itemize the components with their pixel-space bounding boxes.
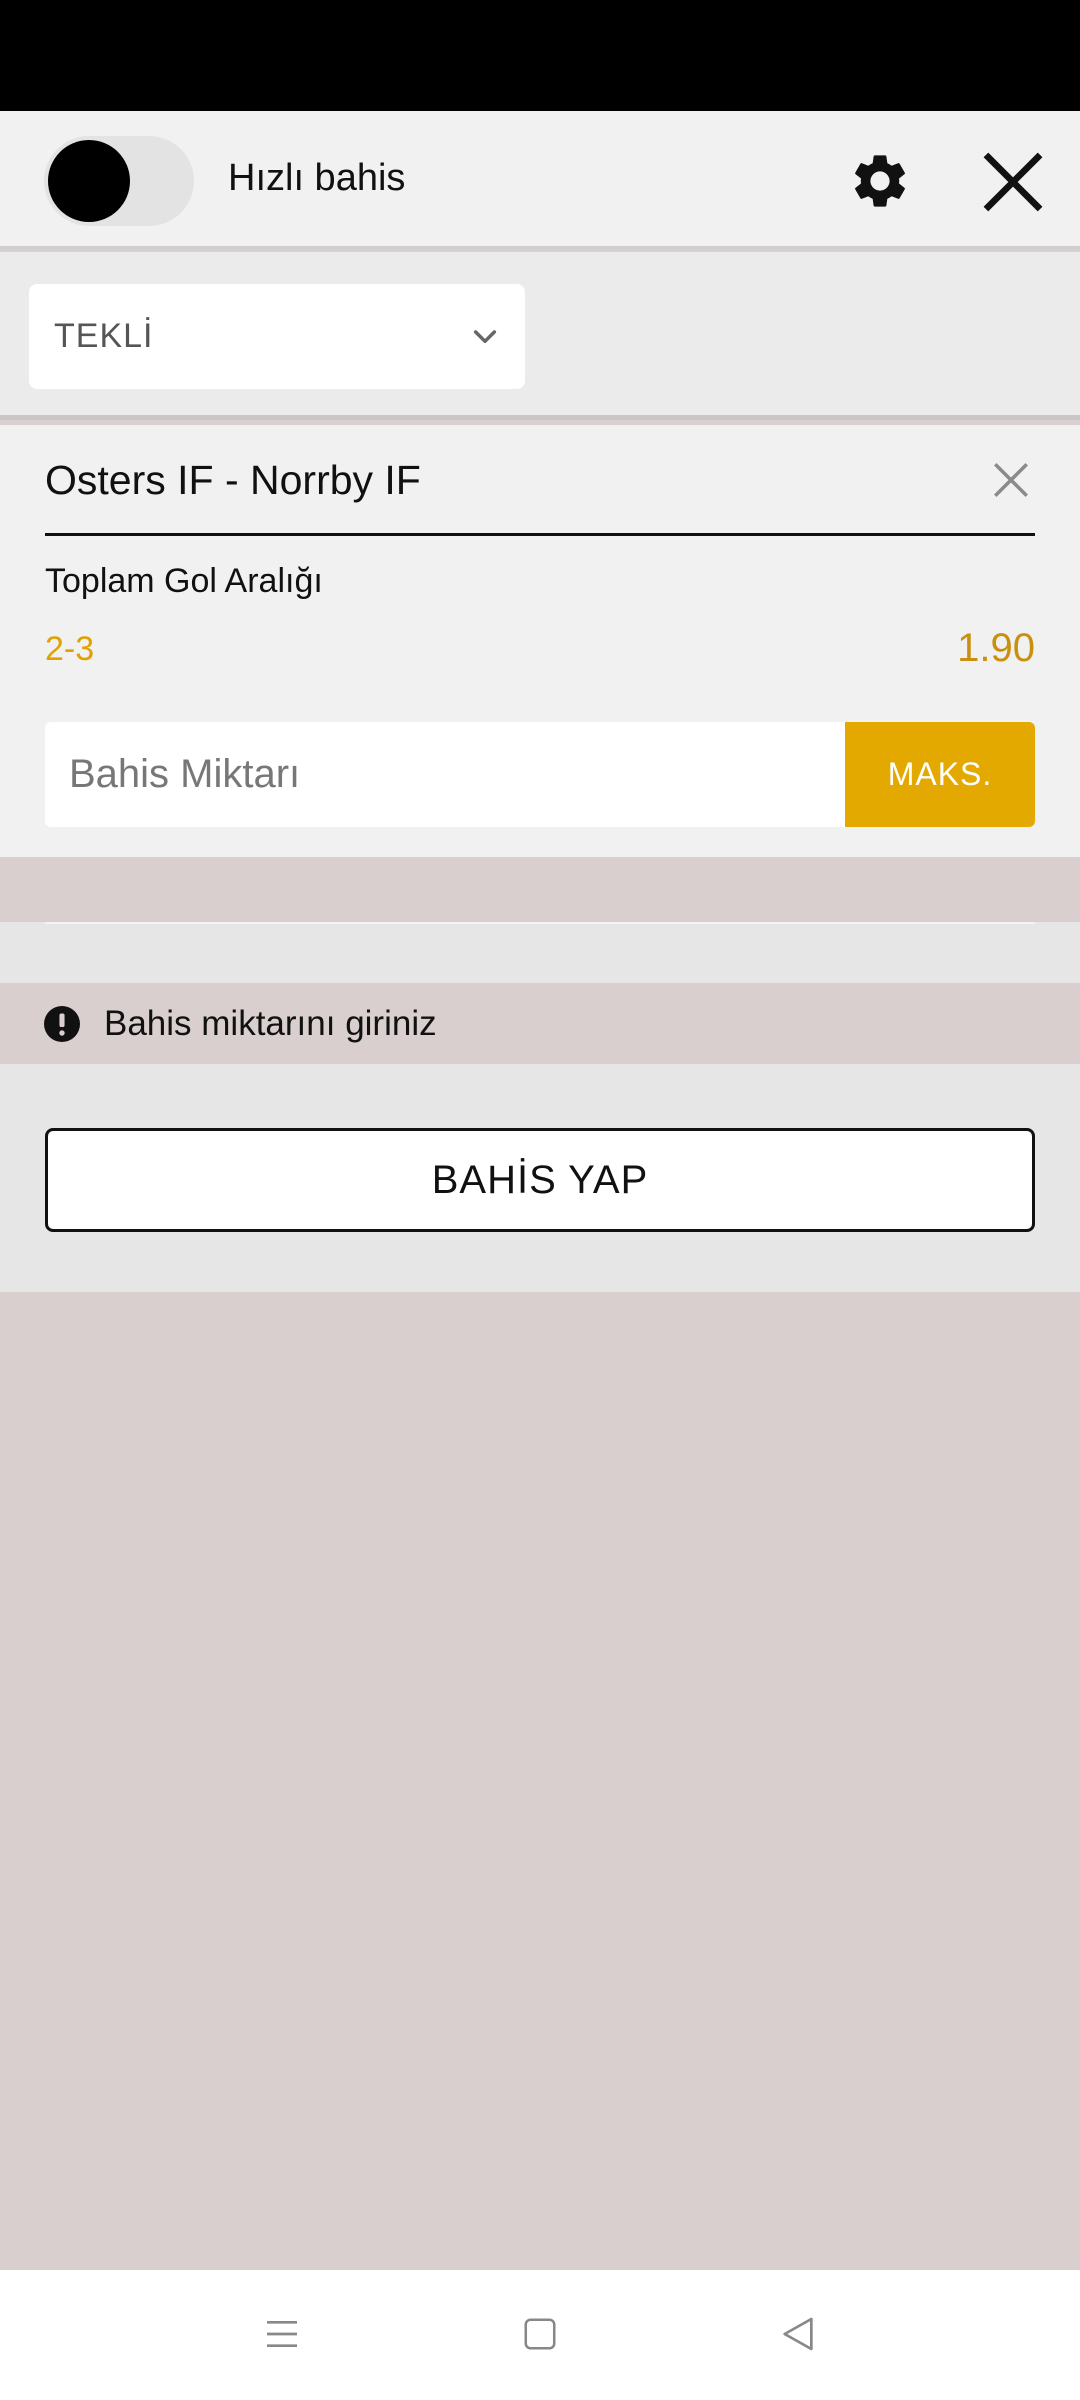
action-band: BAHİS YAP (0, 1064, 1080, 1292)
close-icon[interactable] (980, 149, 1046, 215)
match-title: Osters IF - Norrby IF (45, 457, 421, 503)
chevron-down-icon (473, 330, 497, 344)
max-stake-button[interactable]: MAKS. (845, 722, 1035, 827)
market-name: Toplam Gol Aralığı (45, 562, 323, 600)
warning-message: Bahis miktarını giriniz (0, 983, 1080, 1064)
menu-icon[interactable] (262, 2314, 302, 2354)
selection-name: 2-3 (45, 630, 95, 668)
stake-box: MAKS. (45, 722, 1035, 827)
bet-type-select[interactable]: TEKLİ (29, 284, 525, 389)
stake-input[interactable] (45, 722, 845, 827)
warning-text: Bahis miktarını giriniz (104, 1004, 437, 1043)
bet-selection-card: Osters IF - Norrby IF Toplam Gol Aralığı… (0, 425, 1080, 857)
back-triangle-icon[interactable] (778, 2312, 818, 2356)
spacer (0, 857, 1080, 922)
divider (45, 533, 1035, 536)
close-icon[interactable] (990, 459, 1032, 501)
place-bet-button[interactable]: BAHİS YAP (45, 1128, 1035, 1232)
quick-bet-label: Hızlı bahis (228, 157, 406, 199)
home-square-icon[interactable] (521, 2314, 559, 2354)
odds-value: 1.90 (957, 626, 1035, 670)
gear-icon[interactable] (848, 149, 912, 213)
toggle-knob (48, 140, 130, 222)
system-nav-bar (0, 2270, 1080, 2400)
bet-type-value: TEKLİ (54, 317, 154, 355)
summary-band (0, 922, 1080, 983)
exclamation-circle-icon (44, 1006, 80, 1042)
status-bar (0, 0, 1080, 111)
quick-bet-toggle[interactable] (44, 136, 194, 226)
bet-type-bar: TEKLİ (0, 252, 1080, 420)
divider (45, 922, 1035, 924)
bet-slip-header: Hızlı bahis (0, 111, 1080, 249)
